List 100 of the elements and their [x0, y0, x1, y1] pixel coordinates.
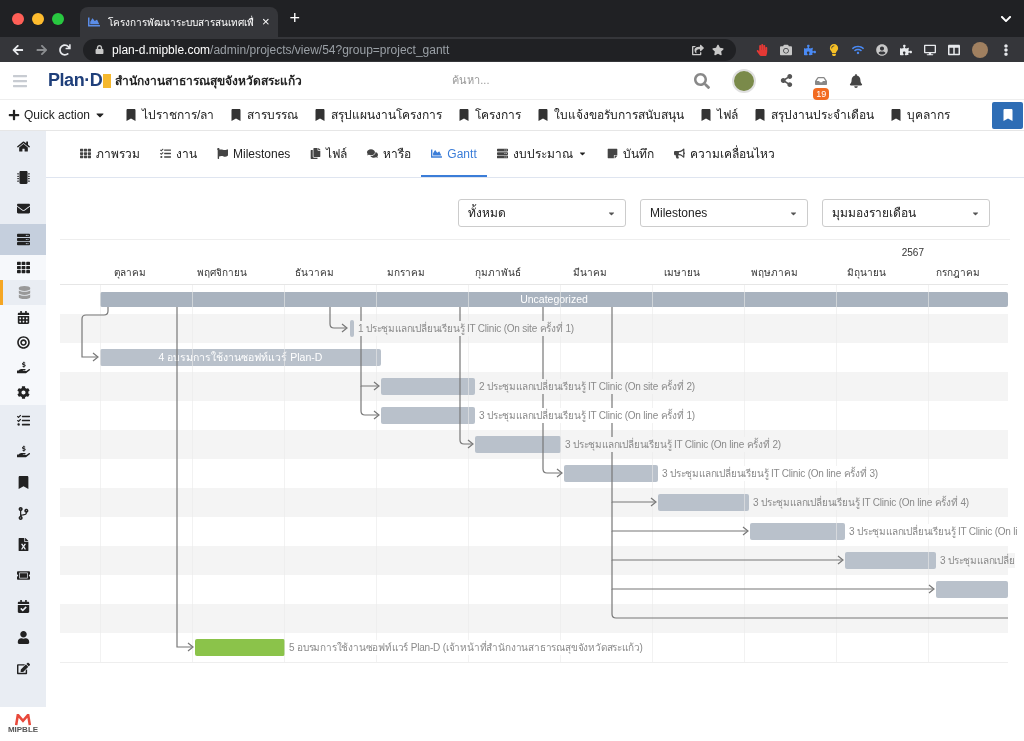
checklist-icon [16, 414, 30, 427]
settings-icon [16, 386, 30, 399]
tab-title: โครงการพัฒนาระบบสารสนเทศเพื่ [108, 14, 254, 30]
search-icon[interactable] [694, 72, 711, 89]
bulb-icon[interactable] [828, 43, 840, 56]
hand-coin-icon [16, 445, 30, 458]
search-field[interactable]: ค้นหา... [452, 72, 673, 89]
month-label: ธันวาคม [293, 265, 335, 280]
filter-select[interactable]: ทั้งหมด [458, 199, 626, 227]
month-label: มิถุนายน [845, 265, 887, 280]
quick-link[interactable]: โครงการ [459, 106, 522, 124]
forward-icon[interactable] [35, 43, 48, 56]
tab[interactable]: งาน [150, 132, 207, 177]
user-avatar[interactable] [732, 68, 757, 93]
envelope-icon [16, 202, 30, 215]
side-panel-icon[interactable] [948, 43, 960, 56]
tab[interactable]: ไฟล์ [300, 132, 358, 177]
ticket-icon [16, 569, 30, 582]
server-icon [16, 233, 30, 246]
year-label: 2567 [901, 246, 924, 260]
organization-name: สำนักงานสาธารณสุขจังหวัดสระแก้ว [115, 72, 303, 90]
flag-icon [217, 148, 228, 159]
bell-icon[interactable] [849, 73, 864, 88]
tab[interactable]: Milestones [207, 132, 301, 177]
quick-link[interactable]: บุคลากร [891, 106, 951, 124]
tab[interactable]: Gantt [421, 132, 487, 177]
target-icon [16, 336, 30, 349]
url-text: plan-d.mipble.com/admin/projects/view/54?group=project_gantt [112, 41, 451, 59]
tab[interactable]: ภาพรวม [70, 132, 150, 177]
extensions-icon[interactable] [900, 43, 912, 56]
calendar-icon [16, 311, 30, 324]
bookmark-icon [16, 476, 30, 489]
lock-icon [95, 45, 105, 54]
sidebar-item[interactable] [0, 380, 46, 405]
quick-link[interactable]: ไฟล์ [701, 106, 739, 124]
reload-icon[interactable] [59, 43, 72, 56]
dependency-arrow [329, 306, 348, 333]
logo-text: MIPBLE [7, 726, 39, 734]
profile-avatar[interactable] [972, 41, 988, 58]
chart-icon [431, 148, 443, 159]
month-label: พฤศจิกายน [196, 265, 248, 280]
inbox-icon[interactable] [815, 74, 828, 87]
task-label: 3 ประชุมแลกเปลี่ยนเรียนรู้ IT Clinic (On line ครั้งที่ 1) [479, 408, 695, 423]
notification-badge: 19 [813, 87, 830, 100]
task-label: 3 ประชุมแลกเปลี่ยนเรียนรู้ IT Clinic (On li [849, 524, 1018, 539]
bookmark-icon [891, 109, 902, 121]
month-label: มกราคม [386, 265, 426, 280]
checklist-icon [160, 148, 171, 159]
task-label: 2 ประชุมแลกเปลี่ยนเรียนรู้ IT Clinic (On site ครั้งที่ 2) [479, 379, 695, 394]
logo-text[interactable]: Plan·D [48, 67, 103, 94]
bookmark-icon [231, 109, 242, 121]
quick-link[interactable]: สรุปแผนงานโครงการ [315, 106, 443, 124]
signal-icon[interactable] [852, 43, 864, 56]
share-nodes-icon[interactable] [780, 74, 794, 87]
quick-link[interactable]: สารบรรณ [231, 106, 299, 124]
filter-select[interactable]: Milestones [640, 199, 808, 227]
person-icon [16, 631, 30, 644]
task-label: 3 ประชุมแลกเปลี่ยนเรียนรู้ IT Clinic (On line ครั้งที่ 2) [565, 437, 781, 452]
back-icon[interactable] [12, 43, 24, 56]
star-icon[interactable] [712, 43, 724, 56]
quick-action-button[interactable]: Quick action [8, 106, 107, 124]
share-icon[interactable] [692, 43, 704, 56]
grid-icon [80, 148, 91, 159]
tab[interactable]: งบประมาณ [486, 132, 597, 177]
month-label: กรกฎาคม [935, 265, 981, 280]
filter-select[interactable]: มุมมองรายเดือน [822, 199, 990, 227]
task-label: 1 ประชุมแลกเปลี่ยนเรียนรู้ IT Clinic (On site ครั้งที่ 1) [358, 321, 574, 336]
copy-icon [310, 148, 322, 159]
mipble-logo-icon[interactable] [15, 714, 31, 726]
bookmark-icon [459, 109, 470, 121]
calendar-check-icon [16, 600, 30, 613]
tab[interactable]: บันทึก [596, 132, 664, 177]
tab[interactable]: ความเคลื่อนไหว [663, 132, 785, 177]
month-label: เมษายน [663, 265, 701, 280]
server-icon [496, 148, 508, 159]
branch-icon [16, 507, 30, 520]
sidebar-item[interactable] [0, 224, 46, 255]
puzzle-icon[interactable] [804, 43, 816, 56]
quick-link[interactable]: ไปราชการ/ลา [126, 106, 215, 124]
month-label: ตุลาคม [113, 265, 147, 280]
sidebar-item[interactable] [0, 255, 46, 280]
site-favicon [88, 16, 100, 28]
tab-close-button[interactable]: × [262, 12, 270, 32]
dependency-arrow [81, 306, 109, 362]
sidebar-item[interactable] [0, 305, 46, 330]
camera-icon[interactable] [780, 43, 792, 56]
tab[interactable]: หารือ [357, 132, 422, 177]
new-tab-button[interactable]: + [289, 5, 301, 32]
task-label: 5 อบรมการใช้งานซอฟท์แวร์ Plan-D (เจ้าหน้าที่สำนักงานสาธารณสุขจังหวัดสระแก้ว) [289, 640, 643, 655]
edit-icon [16, 662, 30, 675]
quick-link[interactable]: สรุปงานประจำเดือน [755, 106, 875, 124]
bookmark-icon [315, 109, 326, 121]
plus-icon [8, 109, 20, 121]
quick-link[interactable]: ใบแจ้งขอรับการสนับสนุน [538, 106, 685, 124]
cast-icon[interactable] [924, 43, 936, 56]
dots-icon [16, 261, 30, 274]
bookmark-button[interactable] [992, 101, 1023, 129]
address-bar[interactable]: plan-d.mipble.com/admin/projects/view/54?group=project_gantt [83, 38, 736, 61]
stop-hand-icon[interactable] [756, 43, 768, 56]
browser-tab[interactable]: โครงการพัฒนาระบบสารสนเทศเพื่ × [80, 7, 278, 37]
